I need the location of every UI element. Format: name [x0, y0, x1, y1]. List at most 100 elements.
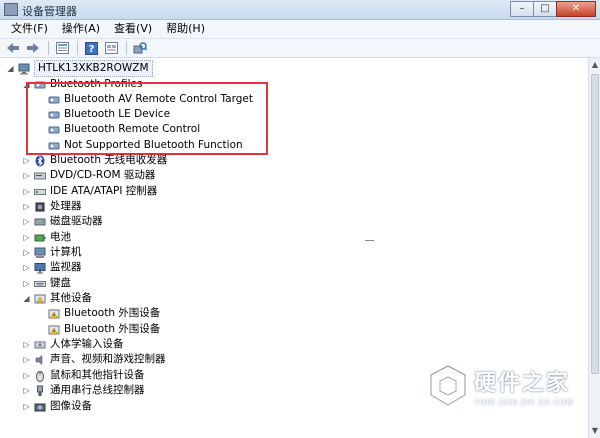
scroll-down-arrow-icon[interactable]: ▼ — [590, 426, 600, 436]
title-bar: 设备管理器 – □ ✕ — [0, 0, 600, 20]
toolbar-separator — [77, 41, 78, 55]
expand-triangle-icon[interactable]: ▷ — [22, 371, 31, 380]
window-title: 设备管理器 — [22, 5, 77, 18]
tree-node-category[interactable]: ▷ 键盘 — [22, 276, 71, 291]
expand-triangle-icon[interactable]: ▷ — [22, 340, 31, 349]
tree-node-category[interactable]: ▷ Bluetooth 无线电收发器 — [22, 153, 167, 168]
red-highlight-box — [26, 82, 268, 155]
expand-triangle-icon[interactable]: ▷ — [22, 279, 31, 288]
watermark-title: 硬件之家 — [474, 371, 571, 396]
expand-triangle-icon[interactable]: ▷ — [22, 187, 31, 196]
tree-node-category[interactable]: ▷ 处理器 — [22, 199, 82, 214]
help-button[interactable]: ? — [82, 40, 100, 56]
back-arrow-icon — [7, 43, 19, 53]
minimize-button[interactable]: – — [510, 1, 534, 17]
forward-arrow-icon — [27, 43, 39, 53]
menu-help[interactable]: 帮助(H) — [159, 20, 212, 38]
computer-icon — [34, 247, 46, 258]
tree-node-category[interactable]: ▷ 人体学输入设备 — [22, 337, 123, 352]
tree-node-category[interactable]: ▷ 鼠标和其他指针设备 — [22, 368, 145, 383]
usb-icon — [37, 385, 43, 396]
tree-node-category[interactable]: ▷ 计算机 — [22, 245, 82, 260]
tree-node-category[interactable]: ▷ 磁盘驱动器 — [22, 214, 103, 229]
tree-label: Bluetooth 无线电收发器 — [50, 154, 168, 166]
tree-leaf-device[interactable]: Bluetooth 外围设备 — [48, 306, 160, 321]
tree-label: 计算机 — [50, 246, 82, 258]
expand-triangle-icon[interactable]: ▷ — [22, 355, 31, 364]
disk-drive-icon — [34, 218, 46, 225]
tree-node-category[interactable]: ▷ 电池 — [22, 230, 71, 245]
tree-label: 电池 — [50, 231, 71, 243]
expand-triangle-icon[interactable]: ▷ — [22, 233, 31, 242]
tree-label: 通用串行总线控制器 — [50, 384, 145, 396]
expand-triangle-icon[interactable]: ▷ — [22, 202, 31, 211]
tree-label: Bluetooth 外围设备 — [64, 307, 161, 319]
expand-triangle-icon[interactable]: ▷ — [22, 248, 31, 257]
tree-node-category[interactable]: ▷ 监视器 — [22, 260, 82, 275]
menu-bar: 文件(F) 操作(A) 查看(V) 帮助(H) — [0, 20, 600, 39]
tree-node-category[interactable]: ▷ 声音、视频和游戏控制器 — [22, 352, 166, 367]
close-button[interactable]: ✕ — [556, 1, 596, 17]
tree-label: 处理器 — [50, 200, 82, 212]
scroll-thumb[interactable] — [591, 74, 599, 374]
warning-device-icon — [48, 309, 60, 318]
tree-node-category[interactable]: ▷ 通用串行总线控制器 — [22, 383, 145, 398]
show-hidden-icon — [104, 42, 118, 54]
ide-controller-icon — [34, 188, 46, 195]
tree-label: 图像设备 — [50, 400, 92, 412]
back-button[interactable] — [4, 40, 22, 56]
help-icon: ? — [84, 41, 98, 55]
keyboard-icon — [34, 280, 46, 287]
collapse-triangle-icon[interactable]: ◢ — [22, 294, 31, 303]
tree-label: 监视器 — [50, 261, 82, 273]
tree-leaf-device[interactable]: Bluetooth 外围设备 — [48, 322, 160, 337]
toolbar-separator — [126, 41, 127, 55]
other-devices-icon — [34, 294, 46, 303]
watermark-subtitle: YING JIAN ZHI JIA.COM — [474, 398, 574, 407]
tree-node-category[interactable]: ▷ DVD/CD-ROM 驱动器 — [22, 168, 155, 183]
expand-triangle-icon[interactable]: ▷ — [22, 217, 31, 226]
tree-label: DVD/CD-ROM 驱动器 — [50, 169, 156, 181]
tree-label: 声音、视频和游戏控制器 — [50, 353, 166, 365]
expand-triangle-icon[interactable]: ▷ — [22, 156, 31, 165]
toolbar-separator — [48, 41, 49, 55]
scroll-up-arrow-icon[interactable]: ▲ — [590, 60, 600, 70]
toolbar: ? — [0, 39, 600, 58]
tree-label: 鼠标和其他指针设备 — [50, 369, 145, 381]
tree-label: 磁盘驱动器 — [50, 215, 103, 227]
show-hidden-button[interactable] — [102, 40, 120, 56]
window-controls: – □ ✕ — [510, 1, 596, 18]
menu-view[interactable]: 查看(V) — [107, 20, 159, 38]
collapse-triangle-icon[interactable]: ◢ — [6, 64, 15, 73]
properties-button[interactable] — [53, 40, 71, 56]
expand-triangle-icon[interactable]: ▷ — [22, 386, 31, 395]
bluetooth-icon — [35, 155, 45, 166]
camera-icon — [34, 403, 46, 411]
computer-name: HTLK13XKB2ROWZM — [34, 60, 153, 77]
tree-label: Bluetooth 外围设备 — [64, 323, 161, 335]
watermark: 硬件之家 YING JIAN ZHI JIA.COM — [424, 360, 594, 426]
scan-hardware-icon — [133, 41, 147, 53]
text-cursor-mark — [365, 240, 374, 241]
device-manager-icon — [4, 3, 18, 16]
expand-triangle-icon[interactable]: ▷ — [22, 171, 31, 180]
scan-hardware-button[interactable] — [131, 40, 149, 56]
hid-icon — [34, 341, 46, 348]
watermark-logo-icon — [429, 364, 467, 407]
tree-root[interactable]: ◢ HTLK13XKB2ROWZM — [6, 60, 153, 77]
mouse-icon — [36, 370, 44, 382]
expand-triangle-icon[interactable]: ▷ — [22, 402, 31, 411]
menu-file[interactable]: 文件(F) — [4, 20, 55, 38]
expand-triangle-icon[interactable]: ▷ — [22, 263, 31, 272]
warning-device-icon — [48, 325, 60, 334]
tree-node-other-devices[interactable]: ◢ 其他设备 — [22, 291, 92, 306]
tree-node-category[interactable]: ▷ 图像设备 — [22, 399, 92, 414]
maximize-button[interactable]: □ — [533, 1, 557, 17]
svg-text:?: ? — [88, 44, 94, 55]
tree-node-category[interactable]: ▷ IDE ATA/ATAPI 控制器 — [22, 184, 157, 199]
sound-icon — [35, 354, 43, 365]
menu-action[interactable]: 操作(A) — [55, 20, 107, 38]
properties-grid-icon — [55, 42, 69, 54]
forward-button[interactable] — [24, 40, 42, 56]
tree-label: 其他设备 — [50, 292, 92, 304]
